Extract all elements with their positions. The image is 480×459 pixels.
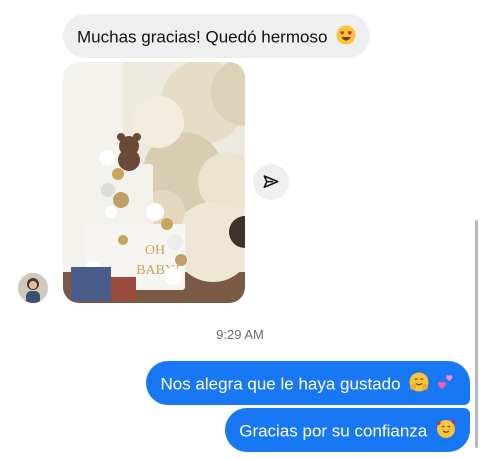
heart-eyes-emoji-icon [336, 25, 356, 51]
avatar-image [18, 273, 48, 303]
sender-avatar[interactable] [18, 273, 48, 303]
message-timestamp: 9:29 AM [216, 327, 264, 342]
smiling-face-with-hearts-emoji-icon [436, 419, 456, 445]
message-text: Muchas gracias! Quedó hermoso [77, 27, 328, 47]
share-button[interactable] [253, 164, 289, 200]
sent-message-bubble[interactable]: Gracias por su confianza [225, 408, 470, 452]
received-photo-cake[interactable]: OH BABY! [63, 62, 245, 303]
pink-hearts-emoji-icon [436, 372, 456, 398]
hugging-face-emoji-icon [409, 372, 429, 398]
received-message-bubble[interactable]: Muchas gracias! Quedó hermoso [63, 14, 371, 58]
cake-photo-image: OH BABY! [63, 62, 245, 303]
scrollbar[interactable] [475, 220, 478, 448]
paper-plane-icon [263, 175, 279, 188]
message-text: Nos alegra que le haya gustado [160, 374, 401, 394]
svg-text:OH: OH [145, 243, 165, 258]
message-text: Gracias por su confianza [239, 421, 428, 441]
sent-message-bubble[interactable]: Nos alegra que le haya gustado [146, 361, 470, 405]
